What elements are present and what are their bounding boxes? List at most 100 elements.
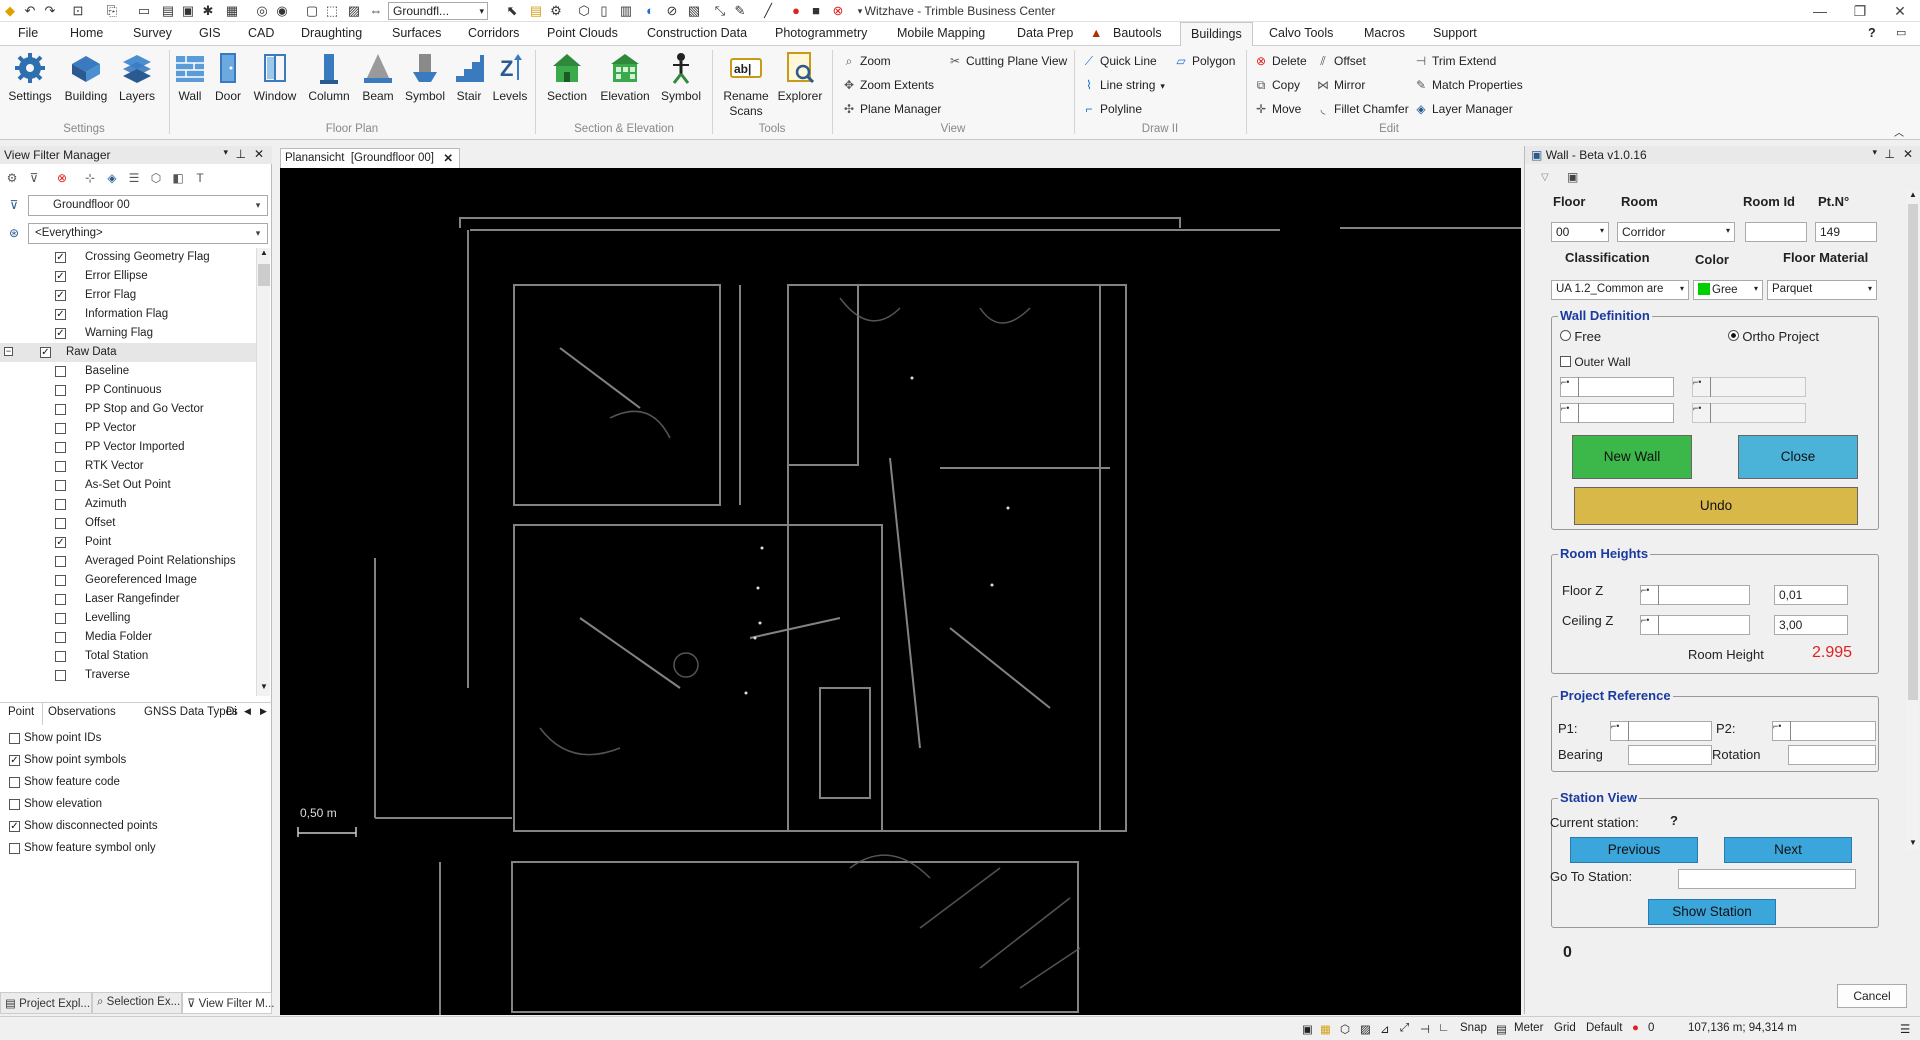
menu-corridors[interactable]: Corridors — [468, 26, 519, 40]
tree-checkbox[interactable] — [55, 404, 66, 415]
go-to-station-input[interactable] — [1678, 869, 1856, 889]
rotation-input[interactable] — [1788, 745, 1876, 765]
menu-photogrammetry[interactable]: Photogrammetry — [775, 26, 867, 40]
point-filter-icon[interactable]: ⊹ — [82, 171, 98, 187]
grid-toggle[interactable]: Grid — [1554, 1022, 1576, 1034]
collapse-icon[interactable]: ▽ — [1541, 172, 1549, 183]
tree-item[interactable]: Levelling — [0, 609, 256, 628]
tree-checkbox[interactable] — [55, 461, 66, 472]
ribbon-options-icon[interactable]: ▭ — [1896, 26, 1906, 39]
tree-checkbox[interactable]: ✓ — [55, 537, 66, 548]
tab-di[interactable]: Di — [226, 706, 237, 718]
floor-z-value-input[interactable]: 0,01 — [1774, 585, 1848, 605]
tree-checkbox[interactable]: ✓ — [55, 252, 66, 263]
menu-macros[interactable]: Macros — [1364, 26, 1405, 40]
snap-select-icon[interactable]: ▦ — [1320, 1022, 1331, 1036]
image-view-icon[interactable]: ▨ — [346, 3, 362, 19]
cutting-plane-view-button[interactable]: ✂ Cutting Plane View — [948, 54, 1067, 68]
wall-start-point-input[interactable]: ⌐• — [1560, 377, 1674, 397]
pin-icon[interactable]: ⊥ — [1885, 147, 1895, 161]
tree-item[interactable]: ✓ Error Ellipse — [0, 267, 256, 286]
tree-checkbox[interactable] — [55, 651, 66, 662]
elevation-button[interactable]: Elevation — [596, 50, 654, 103]
tree-checkbox[interactable] — [55, 613, 66, 624]
next-station-button[interactable]: Next — [1724, 837, 1852, 863]
wall-end-offset-input[interactable]: ⌐• — [1692, 403, 1806, 423]
tree-item[interactable]: ✓ Point — [0, 533, 256, 552]
edit-icon[interactable]: ✎ — [732, 3, 748, 19]
properties-icon[interactable]: ▤ — [160, 3, 176, 19]
tree-item[interactable]: PP Vector — [0, 419, 256, 438]
tree-item[interactable]: As-Set Out Point — [0, 476, 256, 495]
ceiling-z-point-input[interactable]: ⌐• — [1640, 615, 1750, 635]
extend-icon[interactable]: ⊣ — [1420, 1022, 1430, 1036]
zoom-button[interactable]: ⌕ Zoom — [842, 54, 891, 69]
tree-checkbox[interactable] — [55, 499, 66, 510]
menu-survey[interactable]: Survey — [133, 26, 172, 40]
checkbox[interactable] — [9, 799, 20, 810]
polygon-button[interactable]: ▱ Polygon — [1174, 54, 1235, 68]
cube-icon[interactable]: ⬡ — [576, 3, 592, 19]
show-station-button[interactable]: Show Station — [1648, 899, 1776, 925]
tree-item[interactable]: PP Vector Imported — [0, 438, 256, 457]
maximize-icon[interactable]: ❐ — [1840, 0, 1880, 22]
collapse-toggle-icon[interactable]: − — [4, 347, 13, 356]
cube-filter-icon[interactable]: ⬡ — [148, 171, 164, 187]
tree-checkbox[interactable] — [55, 670, 66, 681]
filter-combo[interactable]: <Everything> ▾ — [28, 223, 268, 244]
group-icon[interactable]: ◎ — [254, 3, 270, 19]
orthogonal-icon[interactable]: ⊿ — [1380, 1022, 1390, 1036]
panel-menu-icon[interactable]: ▾ — [1872, 147, 1877, 158]
tab-selection-explorer[interactable]: ⌕ Selection Ex... — [92, 992, 182, 1014]
draw-icon[interactable]: ╱ — [760, 3, 776, 19]
tree-checkbox[interactable] — [55, 556, 66, 567]
building-button[interactable]: Building — [60, 50, 112, 103]
cancel-button[interactable]: Cancel — [1837, 984, 1907, 1008]
funnel-icon[interactable]: ⊽ — [26, 171, 42, 187]
tree-checkbox[interactable] — [55, 575, 66, 586]
tab-scroll-left-icon[interactable]: ◀ — [244, 706, 251, 717]
menu-home[interactable]: Home — [70, 26, 103, 40]
tree-item[interactable]: − ✓ Raw Data — [0, 343, 256, 362]
tree-checkbox[interactable] — [55, 518, 66, 529]
default-layer[interactable]: Default — [1586, 1022, 1622, 1034]
menu-file[interactable]: File — [18, 26, 38, 40]
settings-button[interactable]: Settings — [6, 50, 54, 103]
levels-button[interactable]: Z Levels — [488, 50, 532, 103]
tree-checkbox[interactable]: ✓ — [55, 271, 66, 282]
grid-snap-icon[interactable]: ▨ — [1360, 1022, 1371, 1036]
chart-icon[interactable]: ▥ — [618, 3, 634, 19]
checkbox[interactable] — [9, 777, 20, 788]
tree-item[interactable]: Traverse — [0, 666, 256, 685]
plane-manager-button[interactable]: ✣ Plane Manager — [842, 102, 941, 116]
close-panel-icon[interactable]: ✕ — [254, 147, 264, 161]
tree-checkbox[interactable]: ✓ — [55, 328, 66, 339]
tab-observations[interactable]: Observations — [48, 706, 116, 718]
menu-cad[interactable]: CAD — [248, 26, 274, 40]
room-select[interactable]: Corridor ▾ — [1617, 222, 1735, 242]
new-wall-button[interactable]: New Wall — [1572, 435, 1692, 479]
tree-item[interactable]: Offset — [0, 514, 256, 533]
tree-item[interactable]: ✓ Crossing Geometry Flag — [0, 248, 256, 267]
tree-checkbox[interactable]: ✓ — [55, 309, 66, 320]
tree-item[interactable]: ✓ Warning Flag — [0, 324, 256, 343]
stack-icon[interactable]: ☰ — [126, 171, 142, 187]
layer-filter-icon[interactable]: ◈ — [104, 171, 120, 187]
classification-select[interactable]: UA 1.2_Common are ▾ — [1551, 280, 1689, 300]
tree-scrollbar[interactable]: ▲ ▼ — [256, 248, 270, 696]
menu-calvo-tools[interactable]: Calvo Tools — [1269, 26, 1333, 40]
tree-item[interactable]: Total Station — [0, 647, 256, 666]
open-icon[interactable]: ⊡ — [70, 3, 86, 19]
tree-item[interactable]: Laser Rangefinder — [0, 590, 256, 609]
tangent-icon[interactable]: ⤢ — [1400, 1022, 1409, 1035]
free-radio[interactable]: Free — [1560, 329, 1601, 344]
ceiling-z-value-input[interactable]: 3,00 — [1774, 615, 1848, 635]
globe-icon[interactable]: ◉ — [274, 3, 290, 19]
tree-checkbox[interactable] — [55, 632, 66, 643]
tree-item[interactable]: PP Continuous — [0, 381, 256, 400]
clear-filter-icon[interactable]: ⊗ — [54, 171, 70, 187]
close-tab-icon[interactable]: ✕ — [443, 151, 453, 165]
menu-surfaces[interactable]: Surfaces — [392, 26, 441, 40]
tab-point[interactable]: Point — [0, 703, 44, 725]
tree-item[interactable]: ✓ Error Flag — [0, 286, 256, 305]
